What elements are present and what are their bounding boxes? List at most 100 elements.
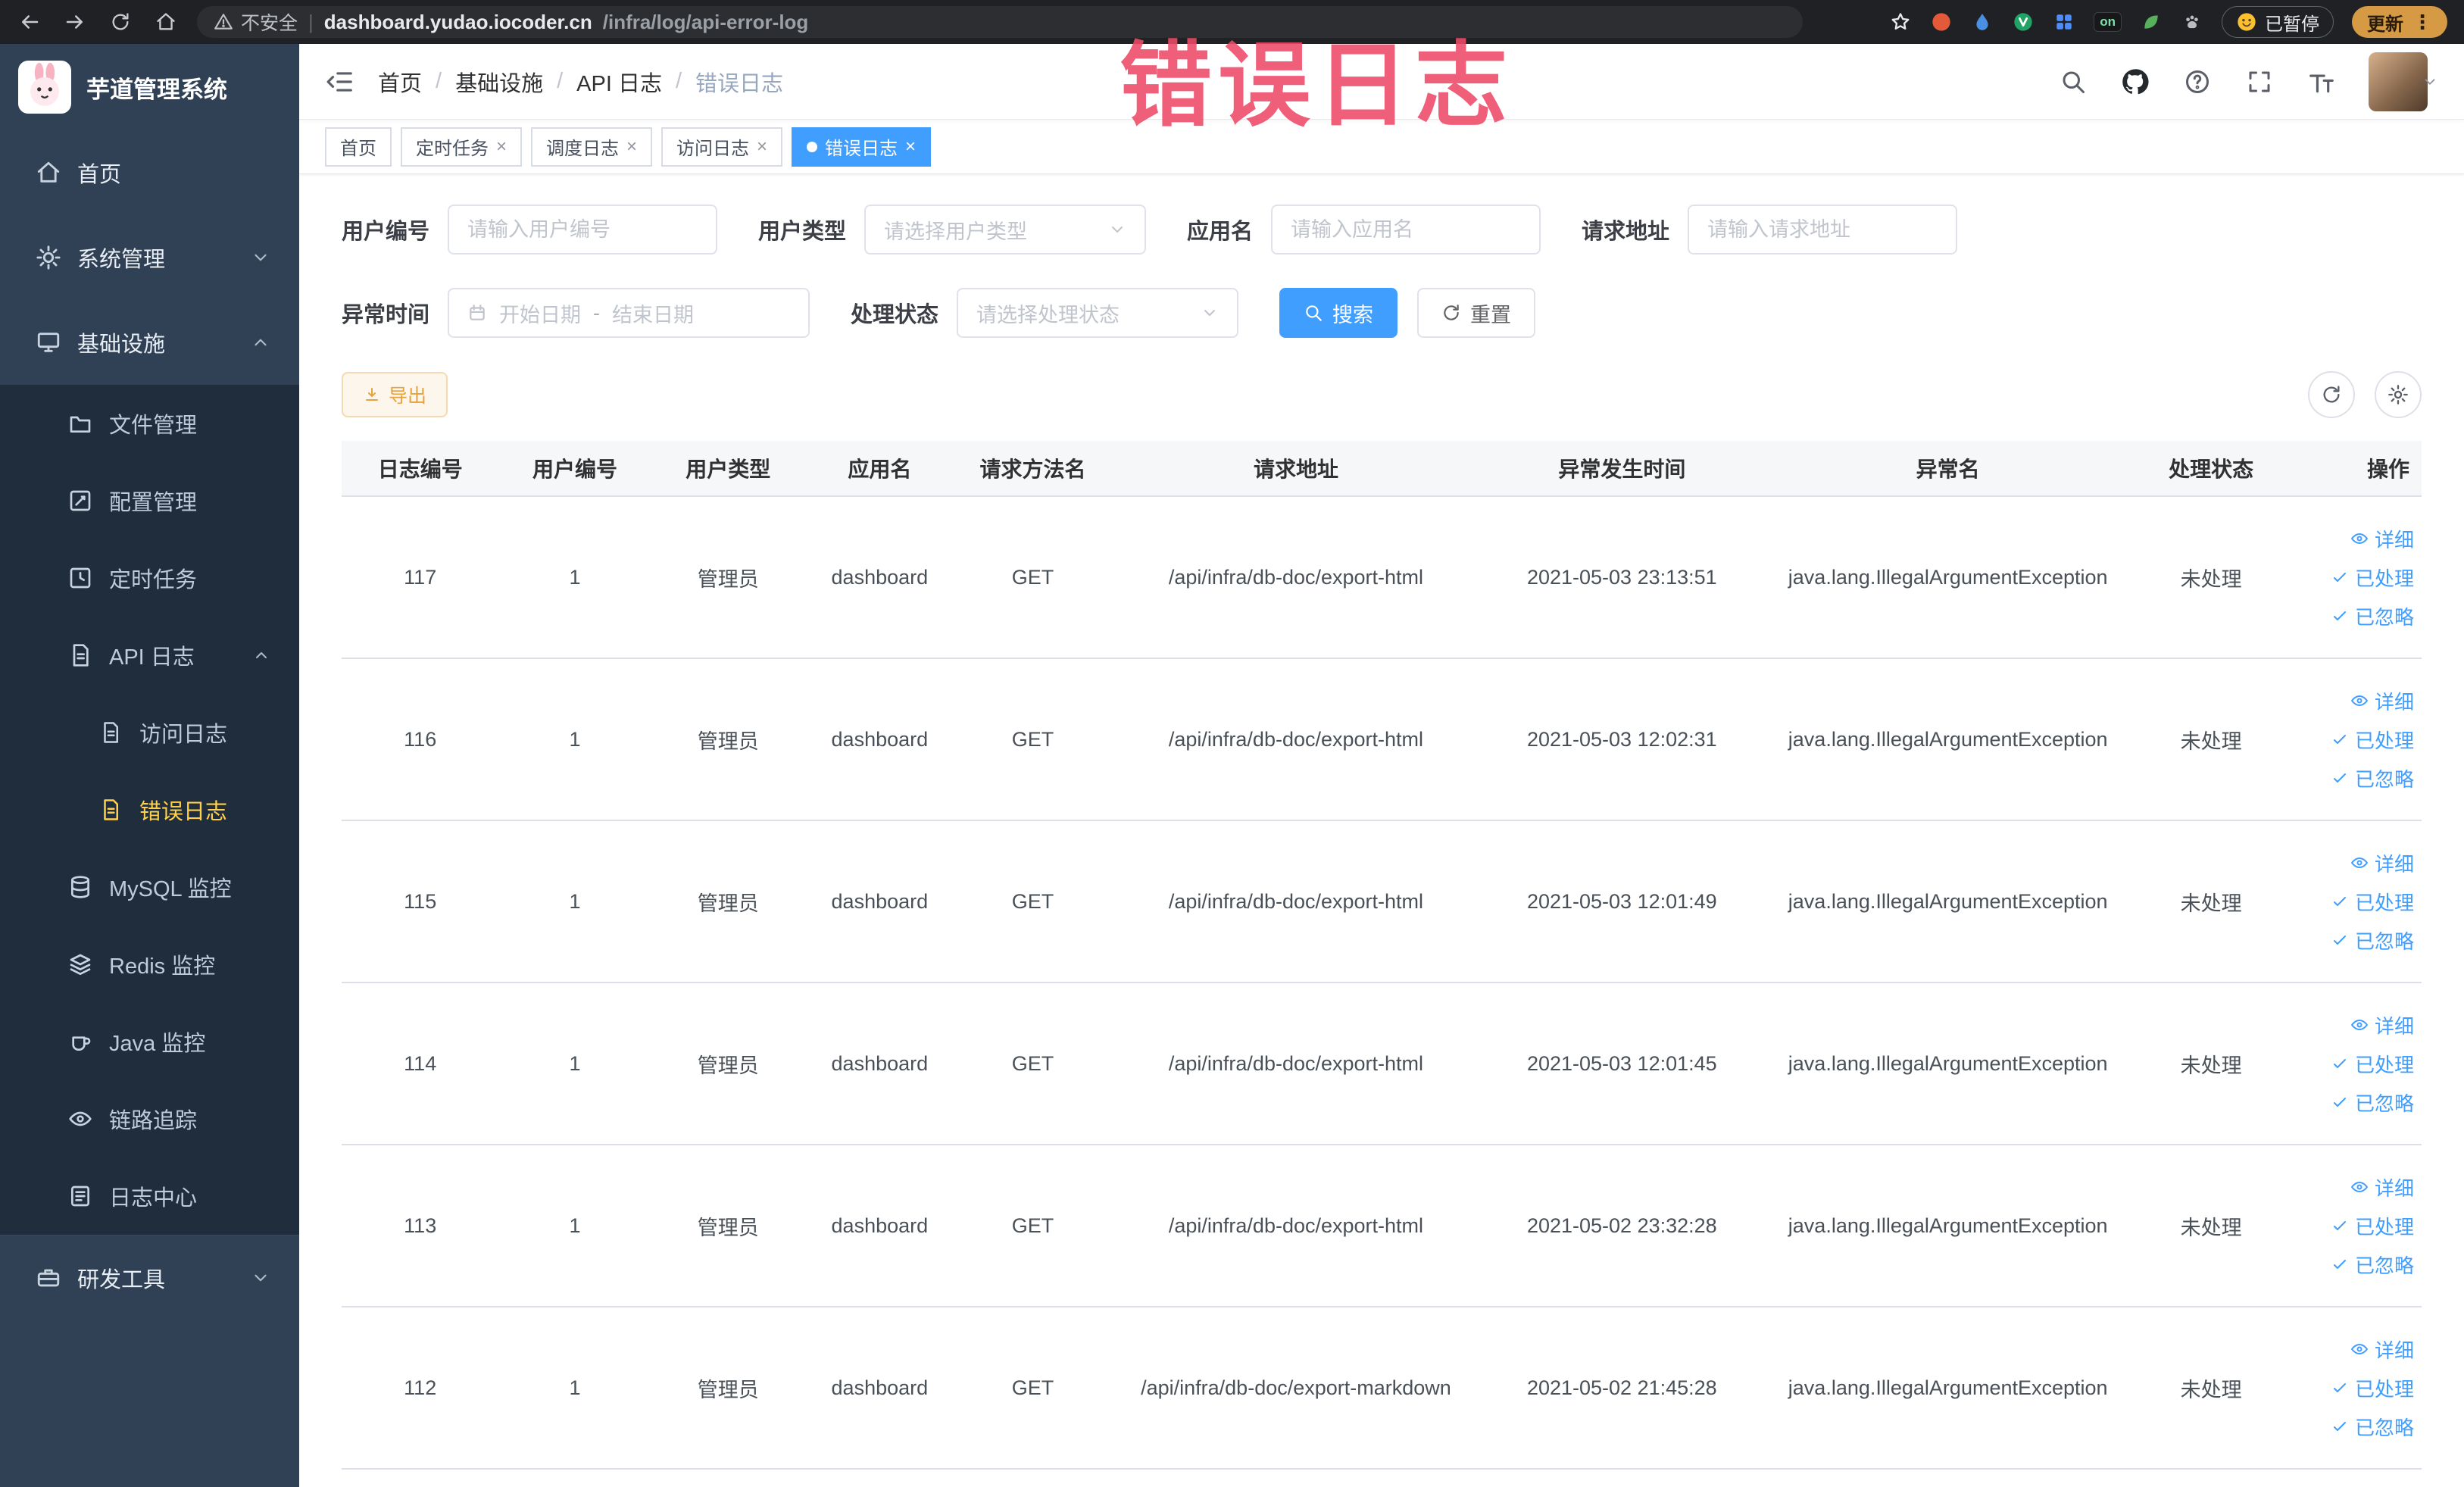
date-separator: - bbox=[593, 301, 601, 324]
mark-ignored-link[interactable]: 已忽略 bbox=[2331, 764, 2414, 792]
close-icon[interactable]: × bbox=[757, 136, 767, 158]
cell-actions: 详细 已处理 已忽略 bbox=[2290, 1335, 2422, 1441]
mark-ignored-link[interactable]: 已忽略 bbox=[2331, 602, 2414, 630]
bookmark-star-icon[interactable] bbox=[1889, 11, 1912, 33]
chevron-up-icon bbox=[252, 646, 270, 664]
document-icon bbox=[97, 719, 124, 746]
close-icon[interactable]: × bbox=[496, 136, 507, 158]
column-settings-button[interactable] bbox=[2375, 371, 2422, 418]
detail-link[interactable]: 详细 bbox=[2350, 1173, 2414, 1201]
reload-icon[interactable] bbox=[108, 9, 133, 35]
user-menu[interactable] bbox=[2369, 52, 2438, 111]
sidebar-item-home[interactable]: 首页 bbox=[0, 130, 299, 215]
mark-processed-link[interactable]: 已处理 bbox=[2331, 1212, 2414, 1240]
mark-processed-link[interactable]: 已处理 bbox=[2331, 1374, 2414, 1402]
security-warning[interactable]: 不安全 bbox=[214, 8, 298, 36]
sidebar-item-dev-tools[interactable]: 研发工具 bbox=[0, 1235, 299, 1320]
tab-access-log[interactable]: 访问日志 × bbox=[661, 127, 783, 167]
mark-ignored-link[interactable]: 已忽略 bbox=[2331, 1413, 2414, 1441]
close-icon[interactable]: × bbox=[626, 136, 637, 158]
process-status-select[interactable]: 请选择处理状态 bbox=[957, 288, 1239, 338]
chrome-update-button[interactable]: 更新 ⋮ bbox=[2352, 6, 2447, 38]
extension-on-badge[interactable]: on bbox=[2094, 12, 2122, 32]
sidebar-item-mysql[interactable]: MySQL 监控 bbox=[0, 848, 299, 926]
cell-user-id: 1 bbox=[569, 1051, 581, 1075]
mark-processed-link[interactable]: 已处理 bbox=[2331, 1050, 2414, 1078]
sidebar-item-label: Java 监控 bbox=[109, 1032, 206, 1056]
extension-blue-drop-icon[interactable] bbox=[1971, 11, 1994, 33]
sidebar-item-access-log[interactable]: 访问日志 bbox=[0, 694, 299, 771]
sidebar-item-config[interactable]: 配置管理 bbox=[0, 462, 299, 539]
tab-home[interactable]: 首页 bbox=[325, 127, 392, 167]
search-button[interactable]: 搜索 bbox=[1279, 288, 1398, 338]
address-bar[interactable]: 不安全 | dashboard.yudao.iocoder.cn/infra/l… bbox=[197, 6, 1803, 38]
cell-exception: java.lang.IllegalArgumentException bbox=[1788, 565, 2108, 589]
extension-paw-icon[interactable] bbox=[2181, 11, 2203, 33]
detail-link[interactable]: 详细 bbox=[2350, 1011, 2414, 1039]
exception-time-range-picker[interactable]: 开始日期 - 结束日期 bbox=[448, 288, 810, 338]
forward-icon[interactable] bbox=[62, 9, 88, 35]
sidebar-item-job[interactable]: 定时任务 bbox=[0, 539, 299, 617]
extension-leaf-icon[interactable] bbox=[2140, 11, 2163, 33]
mark-ignored-link[interactable]: 已忽略 bbox=[2331, 1089, 2414, 1117]
field-user-type: 用户类型 请选择用户类型 bbox=[758, 205, 1147, 255]
cell-status: 未处理 bbox=[2180, 567, 2242, 591]
mark-processed-link[interactable]: 已处理 bbox=[2331, 888, 2414, 916]
detail-link[interactable]: 详细 bbox=[2350, 849, 2414, 877]
cell-log-id: 117 bbox=[404, 565, 437, 589]
close-icon[interactable]: × bbox=[905, 136, 916, 158]
refresh-button[interactable] bbox=[2308, 371, 2355, 418]
font-size-icon[interactable] bbox=[2306, 67, 2337, 97]
fullscreen-icon[interactable] bbox=[2244, 67, 2275, 97]
tab-job-log[interactable]: 调度日志 × bbox=[531, 127, 653, 167]
detail-link[interactable]: 详细 bbox=[2350, 525, 2414, 553]
sidebar-item-redis[interactable]: Redis 监控 bbox=[0, 926, 299, 1003]
github-icon[interactable] bbox=[2120, 67, 2150, 97]
help-icon[interactable] bbox=[2182, 67, 2213, 97]
extension-red-ball-icon[interactable] bbox=[1930, 11, 1953, 33]
sidebar-item-trace[interactable]: 链路追踪 bbox=[0, 1080, 299, 1157]
extension-green-v-icon[interactable] bbox=[2012, 11, 2035, 33]
mark-processed-link[interactable]: 已处理 bbox=[2331, 726, 2414, 754]
breadcrumb-item[interactable]: 首页 bbox=[378, 66, 422, 98]
detail-link[interactable]: 详细 bbox=[2350, 687, 2414, 715]
cell-method: GET bbox=[1011, 1051, 1054, 1075]
user-id-input[interactable] bbox=[467, 217, 698, 242]
sidebar-item-api-log[interactable]: API 日志 bbox=[0, 617, 299, 694]
sidebar-item-log-center[interactable]: 日志中心 bbox=[0, 1157, 299, 1235]
smiley-avatar-icon bbox=[2238, 13, 2256, 31]
url-path: /infra/log/api-error-log bbox=[602, 10, 809, 33]
app-logo[interactable]: 芋道管理系统 bbox=[0, 44, 299, 130]
tab-job[interactable]: 定时任务 × bbox=[401, 127, 523, 167]
tab-error-log[interactable]: 错误日志 × bbox=[792, 127, 932, 167]
search-icon[interactable] bbox=[2058, 67, 2088, 97]
mark-ignored-link[interactable]: 已忽略 bbox=[2331, 926, 2414, 954]
user-type-select[interactable]: 请选择用户类型 bbox=[864, 205, 1147, 255]
breadcrumb-separator: / bbox=[675, 69, 682, 93]
breadcrumb-item[interactable]: 基础设施 bbox=[455, 66, 543, 98]
cell-exception: java.lang.IllegalArgumentException bbox=[1788, 727, 2108, 751]
sidebar-item-infra[interactable]: 基础设施 bbox=[0, 300, 299, 385]
home-icon[interactable] bbox=[153, 9, 179, 35]
sidebar-collapse-icon[interactable] bbox=[325, 67, 355, 97]
reset-button[interactable]: 重置 bbox=[1417, 288, 1536, 338]
sidebar-item-system[interactable]: 系统管理 bbox=[0, 215, 299, 300]
export-button[interactable]: 导出 bbox=[342, 372, 448, 417]
cell-log-id: 115 bbox=[404, 889, 437, 913]
profile-paused-button[interactable]: 已暂停 bbox=[2222, 6, 2334, 38]
sidebar-item-label: 访问日志 bbox=[139, 723, 228, 747]
sidebar-item-label: Redis 监控 bbox=[109, 954, 216, 979]
sidebar-item-file[interactable]: 文件管理 bbox=[0, 385, 299, 462]
mark-ignored-link[interactable]: 已忽略 bbox=[2331, 1251, 2414, 1279]
sidebar-item-error-log[interactable]: 错误日志 bbox=[0, 771, 299, 848]
extension-grid-icon[interactable] bbox=[2053, 11, 2075, 33]
detail-link[interactable]: 详细 bbox=[2350, 1335, 2414, 1364]
cell-exception: java.lang.IllegalArgumentException bbox=[1788, 1214, 2108, 1237]
back-icon[interactable] bbox=[17, 9, 42, 35]
mark-processed-link[interactable]: 已处理 bbox=[2331, 564, 2414, 592]
request-url-input[interactable] bbox=[1707, 217, 1938, 242]
breadcrumb-item[interactable]: API 日志 bbox=[576, 66, 662, 98]
sidebar-item-java[interactable]: Java 监控 bbox=[0, 1003, 299, 1080]
app-name-input[interactable] bbox=[1291, 217, 1522, 242]
cell-status: 未处理 bbox=[2180, 1054, 2242, 1077]
